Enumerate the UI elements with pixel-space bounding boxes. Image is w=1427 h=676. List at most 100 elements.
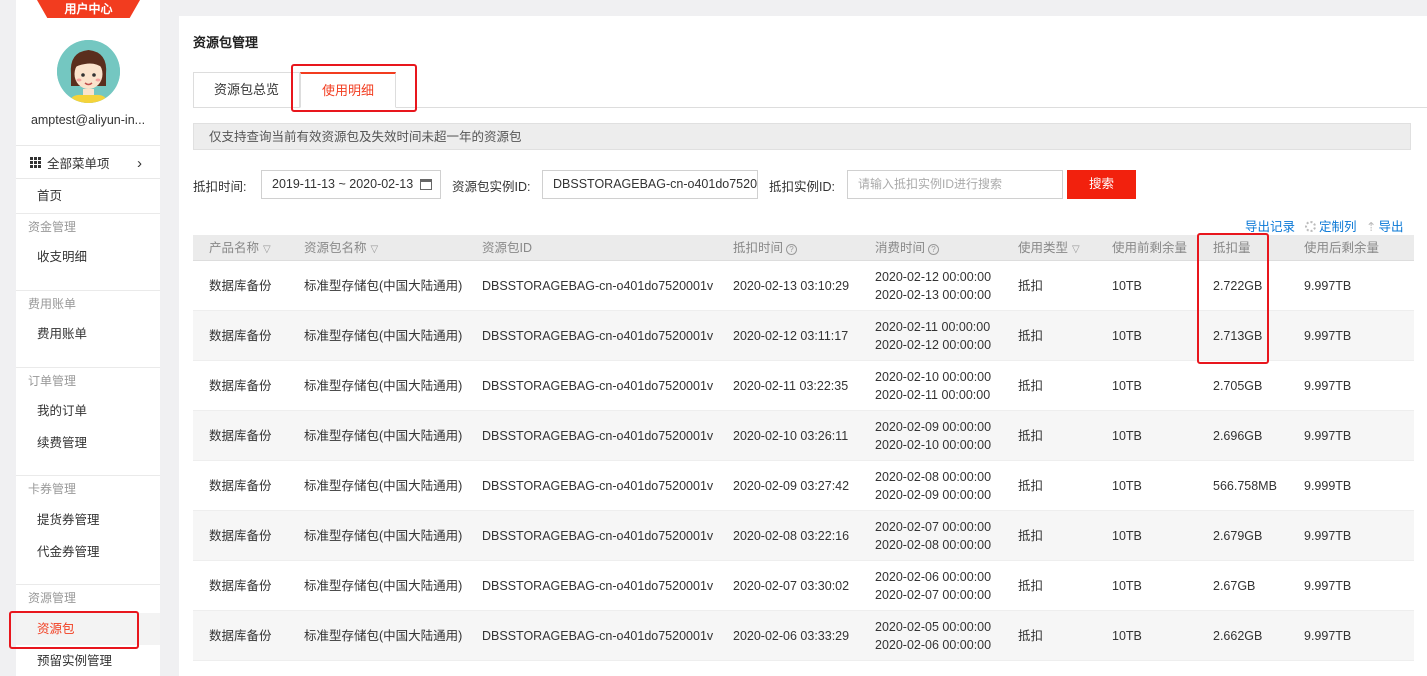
- consume-end: 2020-02-08 00:00:00: [875, 538, 992, 552]
- sidebar-item-resource-packages[interactable]: 资源包: [16, 613, 160, 645]
- filter-icon[interactable]: ▽: [371, 237, 379, 263]
- cell-consume-time: 2020-02-09 00:00:00 2020-02-10 00:00:00: [875, 411, 991, 461]
- sidebar-group-funds: 资金管理: [16, 213, 160, 239]
- cell-product: 数据库备份: [209, 279, 272, 293]
- sidebar-group-orders: 订单管理: [16, 367, 160, 393]
- col-before: 使用前剩余量: [1112, 241, 1188, 255]
- sidebar: 用户中心 amptest@aliyun-in... 全部菜单项 › 首页 资金管…: [16, 0, 160, 676]
- deduct-instance-input[interactable]: 请输入抵扣实例ID进行搜索: [847, 170, 1063, 199]
- sidebar-item-pickup-coupons[interactable]: 提货券管理: [16, 504, 160, 536]
- cell-product: 数据库备份: [209, 629, 272, 643]
- cell-package-name: 标准型存储包(中国大陆通用): [304, 579, 463, 593]
- cell-after: 9.997TB: [1304, 329, 1352, 343]
- help-icon[interactable]: ?: [928, 244, 940, 255]
- sidebar-item-home[interactable]: 首页: [16, 180, 160, 212]
- cell-deduct-time: 2020-02-10 03:26:11: [733, 429, 849, 443]
- sidebar-group-coupons: 卡券管理: [16, 475, 160, 501]
- export-label: 导出: [1378, 220, 1404, 234]
- consume-start: 2020-02-11 00:00:00: [875, 320, 991, 334]
- filter-icon[interactable]: ▽: [263, 237, 271, 263]
- usage-table: 产品名称 ▽ 资源包名称 ▽ 资源包ID 抵扣时间? 消费时间? 使用类型 ▽ 使用前…: [193, 235, 1414, 661]
- instance-id-label: 资源包实例ID:: [452, 180, 531, 194]
- cell-deduct-time: 2020-02-11 03:22:35: [733, 379, 849, 393]
- deduct-time-label: 抵扣时间:: [193, 180, 247, 194]
- cell-after: 9.997TB: [1304, 529, 1352, 543]
- cell-package-id: DBSSTORAGEBAG-cn-o401do7520001v: [482, 579, 714, 593]
- consume-start: 2020-02-10 00:00:00: [875, 370, 992, 384]
- consume-start: 2020-02-08 00:00:00: [875, 470, 992, 484]
- deduct-instance-label: 抵扣实例ID:: [769, 180, 835, 194]
- all-menu-button[interactable]: 全部菜单项 ›: [16, 145, 160, 179]
- chevron-right-icon: ›: [137, 155, 142, 172]
- cell-consume-time: 2020-02-06 00:00:00 2020-02-07 00:00:00: [875, 561, 991, 611]
- cell-package-name: 标准型存储包(中国大陆通用): [304, 329, 463, 343]
- cell-before: 10TB: [1112, 429, 1142, 443]
- sidebar-item-renewals[interactable]: 续费管理: [16, 427, 160, 459]
- consume-start: 2020-02-07 00:00:00: [875, 520, 992, 534]
- cell-product: 数据库备份: [209, 329, 272, 343]
- table-row: 数据库备份 标准型存储包(中国大陆通用) DBSSTORAGEBAG-cn-o401…: [193, 311, 1414, 361]
- cell-package-name: 标准型存储包(中国大陆通用): [304, 479, 463, 493]
- filter-icon[interactable]: ▽: [1072, 237, 1080, 263]
- cell-product: 数据库备份: [209, 579, 272, 593]
- cell-deduct-time: 2020-02-13 03:10:29: [733, 279, 850, 293]
- consume-end: 2020-02-10 00:00:00: [875, 438, 992, 452]
- cell-amount: 566.758MB: [1213, 479, 1277, 493]
- cell-deduct-time: 2020-02-12 03:11:17: [733, 329, 849, 343]
- sidebar-item-my-orders[interactable]: 我的订单: [16, 395, 160, 427]
- username: amptest@aliyun-in...: [30, 113, 146, 127]
- help-icon[interactable]: ?: [786, 244, 798, 255]
- cell-after: 9.999TB: [1304, 479, 1352, 493]
- tab-usage-details[interactable]: 使用明细: [300, 72, 396, 108]
- sidebar-item-bills[interactable]: 费用账单: [16, 318, 160, 350]
- sidebar-group-bills: 费用账单: [16, 290, 160, 316]
- table-row: 数据库备份 标准型存储包(中国大陆通用) DBSSTORAGEBAG-cn-o401…: [193, 361, 1414, 411]
- main-panel: 资源包管理 资源包总览 使用明细 仅支持查询当前有效资源包及失效时间未超一年的资…: [179, 16, 1427, 676]
- user-center-badge: 用户中心: [37, 0, 140, 18]
- sidebar-group-resources: 资源管理: [16, 584, 160, 610]
- cell-package-id: DBSSTORAGEBAG-cn-o401do7520001v: [482, 429, 714, 443]
- avatar[interactable]: [57, 40, 120, 103]
- sidebar-item-transactions[interactable]: 收支明细: [16, 241, 160, 273]
- cell-use-type: 抵扣: [1018, 629, 1044, 643]
- date-range-picker[interactable]: 2019-11-13 ~ 2020-02-13: [261, 170, 441, 199]
- cell-use-type: 抵扣: [1018, 429, 1044, 443]
- table-row: 数据库备份 标准型存储包(中国大陆通用) DBSSTORAGEBAG-cn-o401…: [193, 611, 1414, 661]
- cell-product: 数据库备份: [209, 479, 272, 493]
- cell-package-name: 标准型存储包(中国大陆通用): [304, 529, 463, 543]
- cell-product: 数据库备份: [209, 429, 272, 443]
- consume-end: 2020-02-13 00:00:00: [875, 288, 992, 302]
- cell-after: 9.997TB: [1304, 579, 1352, 593]
- cell-deduct-time: 2020-02-08 03:22:16: [733, 529, 850, 543]
- export-link[interactable]: ⇡ 导出: [1366, 216, 1404, 235]
- cell-product: 数据库备份: [209, 379, 272, 393]
- upload-icon: ⇡: [1366, 220, 1377, 234]
- date-range-value: 2019-11-13 ~ 2020-02-13: [272, 177, 414, 191]
- table-row: 数据库备份 标准型存储包(中国大陆通用) DBSSTORAGEBAG-cn-o401…: [193, 411, 1414, 461]
- sidebar-item-reserved-instances[interactable]: 预留实例管理: [16, 645, 160, 676]
- search-button[interactable]: 搜索: [1067, 170, 1136, 199]
- cell-use-type: 抵扣: [1018, 329, 1044, 343]
- consume-end: 2020-02-07 00:00:00: [875, 588, 992, 602]
- customize-columns-label: 定制列: [1319, 220, 1357, 234]
- col-deduct-time: 抵扣时间?: [733, 235, 798, 261]
- customize-columns-link[interactable]: 定制列: [1305, 216, 1357, 235]
- cell-consume-time: 2020-02-07 00:00:00 2020-02-08 00:00:00: [875, 511, 991, 561]
- cell-amount: 2.696GB: [1213, 429, 1263, 443]
- instance-id-input[interactable]: DBSSTORAGEBAG-cn-o401do7520001v: [542, 170, 758, 199]
- tab-overview[interactable]: 资源包总览: [193, 72, 300, 108]
- cell-before: 10TB: [1112, 279, 1142, 293]
- all-menu-label: 全部菜单项: [47, 156, 110, 171]
- consume-start: 2020-02-12 00:00:00: [875, 270, 992, 284]
- consume-start: 2020-02-05 00:00:00: [875, 620, 992, 634]
- table-row: 数据库备份 标准型存储包(中国大陆通用) DBSSTORAGEBAG-cn-o401…: [193, 461, 1414, 511]
- consume-start: 2020-02-09 00:00:00: [875, 420, 992, 434]
- cell-package-name: 标准型存储包(中国大陆通用): [304, 429, 463, 443]
- col-after: 使用后剩余量: [1304, 241, 1380, 255]
- export-records-link[interactable]: 导出记录: [1245, 216, 1295, 235]
- cell-amount: 2.67GB: [1213, 579, 1256, 593]
- cell-amount: 2.705GB: [1213, 379, 1263, 393]
- sidebar-item-vouchers[interactable]: 代金券管理: [16, 536, 160, 568]
- cell-package-id: DBSSTORAGEBAG-cn-o401do7520001v: [482, 529, 714, 543]
- cell-consume-time: 2020-02-12 00:00:00 2020-02-13 00:00:00: [875, 261, 991, 311]
